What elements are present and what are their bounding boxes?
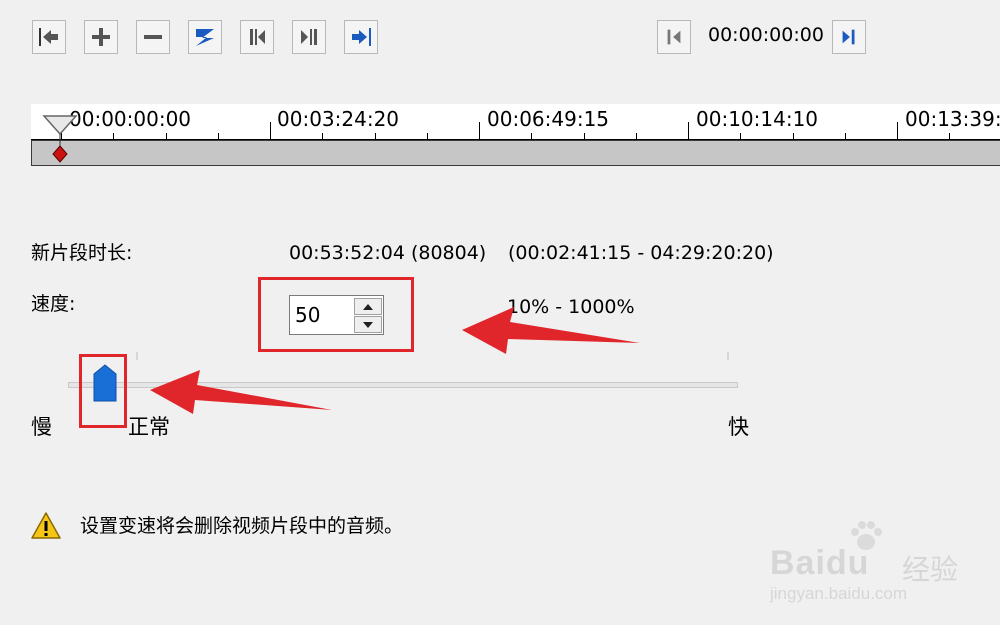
watermark-brand: Baidu xyxy=(770,544,870,582)
watermark: Baidu 经验 jingyan.baidu.com xyxy=(770,520,995,605)
watermark-url: jingyan.baidu.com xyxy=(770,584,908,603)
watermark-sub: 经验 xyxy=(902,553,959,586)
arrow-icon xyxy=(462,307,640,354)
arrow-icon xyxy=(150,370,332,414)
